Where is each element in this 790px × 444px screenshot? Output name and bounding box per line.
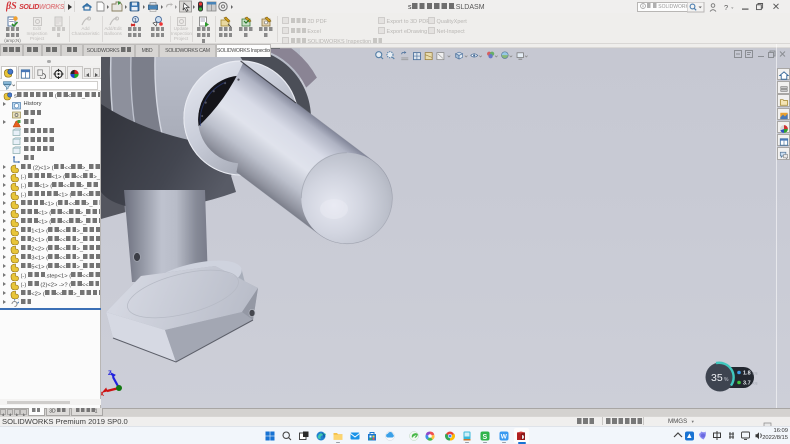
- svg-text:%: %: [724, 377, 729, 383]
- svg-text:K/s: K/s: [753, 372, 758, 376]
- svg-text:3.7: 3.7: [743, 381, 751, 387]
- svg-text:Z: Z: [108, 371, 112, 377]
- svg-text:K/s: K/s: [753, 382, 758, 386]
- svg-text:S: S: [483, 434, 488, 441]
- svg-text:1.8: 1.8: [743, 371, 751, 377]
- svg-text:W: W: [500, 434, 507, 441]
- svg-text:35: 35: [711, 372, 723, 384]
- svg-text:?: ?: [724, 3, 728, 12]
- svg-text:1: 1: [134, 18, 137, 24]
